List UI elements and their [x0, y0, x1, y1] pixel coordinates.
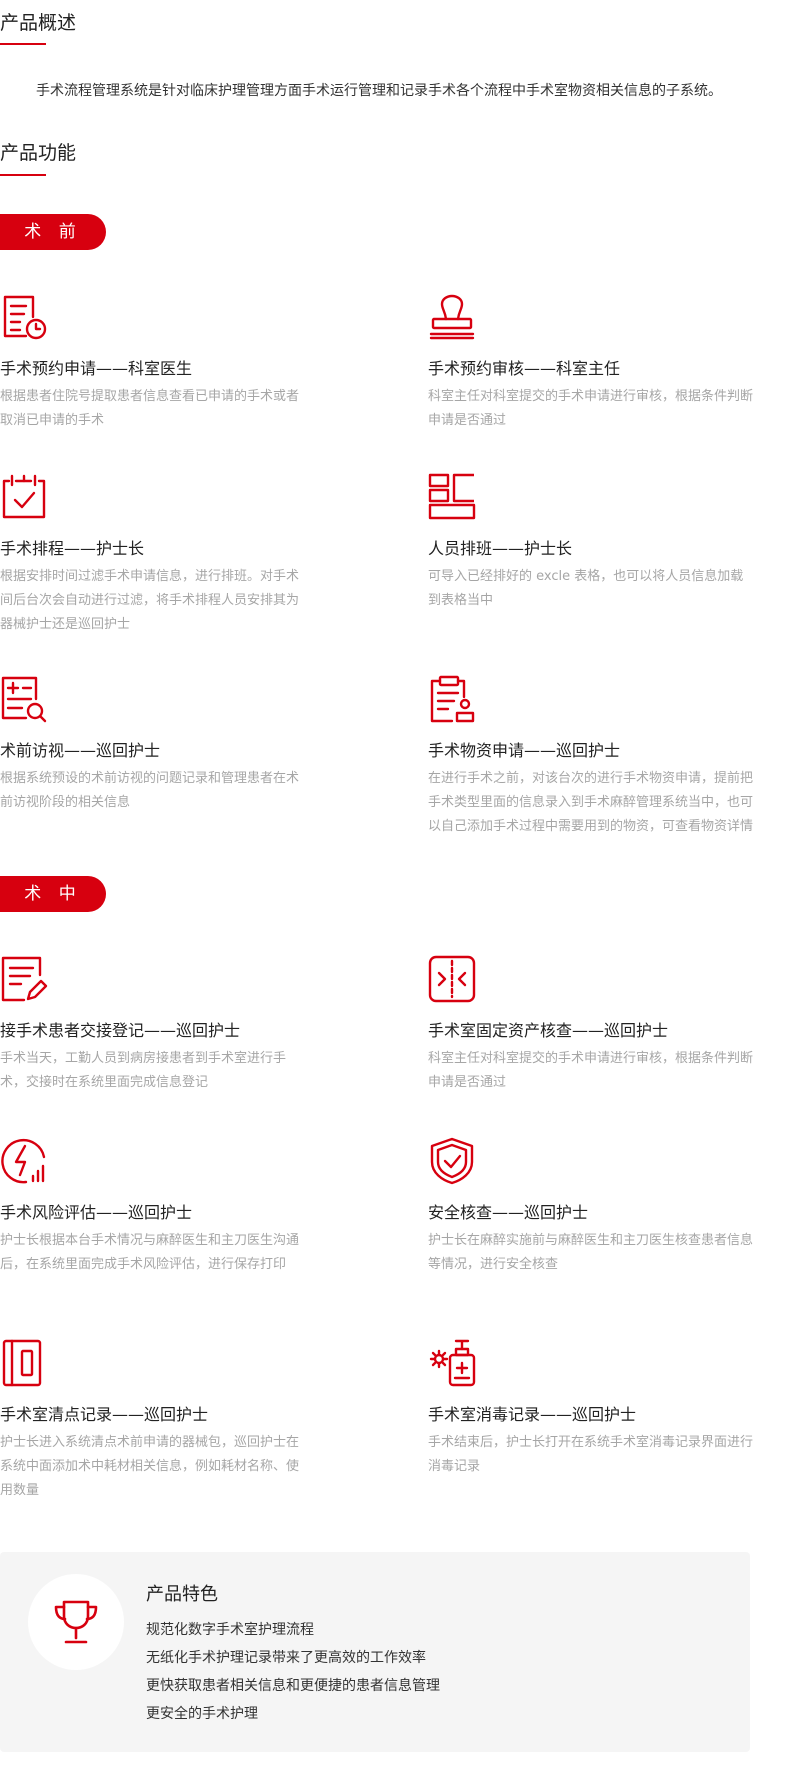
- feature-description: 护士长在麻醉实施前与麻醉医生和主刀医生核查患者信息 等情况，进行安全核查: [428, 1233, 754, 1272]
- feature-count-record: 手术室清点记录——巡回护士 护士长进入系统清点术前申请的器械包，巡回护士在 系统中…: [0, 1339, 330, 1498]
- feature-staff-roster: 人员排班——护士长 可导入已经排好的 excle 表格，也可以将人员信息加载 到表…: [428, 473, 758, 608]
- feature-disinfection-record: 手术室消毒记录——巡回护士 手术结束后，护士长打开在系统手术室消毒记录界面进行消…: [428, 1339, 758, 1474]
- trophy-icon: [54, 1600, 98, 1644]
- feature-description: 根据患者住院号提取患者信息查看已申请的手术或者 取消已申请的手术: [0, 389, 300, 428]
- highlights-list: 规范化数字手术室护理流程 无纸化手术护理记录带来了更高效的工作效率 更快获取患者…: [146, 1616, 440, 1728]
- stamp-icon: [428, 293, 476, 341]
- highlight-item: 规范化数字手术室护理流程: [146, 1622, 314, 1638]
- feature-title: 安全核查——巡回护士: [428, 1203, 589, 1222]
- book-icon: [0, 1339, 48, 1387]
- feature-title: 手术室固定资产核查——巡回护士: [428, 1021, 669, 1040]
- feature-surgery-scheduling: 手术排程——护士长 根据安排时间过滤手术申请信息，进行排班。对手术 间后台次会自动…: [0, 473, 330, 632]
- feature-description: 科室主任对科室提交的手术申请进行审核，根据条件判断 申请是否通过: [428, 389, 754, 428]
- feature-supplies-request: 手术物资申请——巡回护士 在进行手术之前，对该台次的进行手术物资申请，提前把 手术…: [428, 675, 758, 834]
- functions-title: 产品功能: [0, 142, 77, 164]
- feature-patient-handover: 接手术患者交接登记——巡回护士 手术当天，工勤人员到病房接患者到手术室进行手 术，…: [0, 955, 330, 1090]
- feature-title: 手术风险评估——巡回护士: [0, 1203, 193, 1222]
- feature-description: 护士长根据本台手术情况与麻醉医生和主刀医生沟通 后，在系统里面完成手术风险评估，进…: [0, 1233, 300, 1272]
- split-arrows-icon: [428, 955, 476, 1003]
- functions-title-underline: [0, 174, 46, 176]
- feature-description: 护士长进入系统清点术前申请的器械包，巡回护士在 系统中面添加术中耗材相关信息，例如…: [0, 1435, 300, 1498]
- clipboard-person-icon: [428, 675, 476, 723]
- feature-preop-visit: 术前访视——巡回护士 根据系统预设的术前访视的问题记录和管理患者在术 前访视阶段的…: [0, 675, 330, 810]
- feature-fixed-asset-check: 手术室固定资产核查——巡回护士 科室主任对科室提交的手术申请进行审核，根据条件判…: [428, 955, 758, 1090]
- calendar-check-icon: [0, 473, 48, 521]
- sanitizer-icon: [428, 1339, 476, 1387]
- feature-title: 手术排程——护士长: [0, 539, 145, 558]
- document-clock-icon: [0, 293, 48, 341]
- feature-surgery-booking-request: 手术预约申请——科室医生 根据患者住院号提取患者信息查看已申请的手术或者 取消已申…: [0, 293, 330, 428]
- document-edit-icon: [0, 955, 48, 1003]
- overview-title: 产品概述: [0, 12, 77, 34]
- feature-description: 可导入已经排好的 excle 表格，也可以将人员信息加载 到表格当中: [428, 569, 744, 608]
- feature-surgery-booking-review: 手术预约审核——科室主任 科室主任对科室提交的手术申请进行审核，根据条件判断 申请…: [428, 293, 758, 428]
- highlights-title: 产品特色: [146, 1584, 218, 1605]
- preop-phase-tag: 术 前: [0, 214, 106, 250]
- feature-description: 手术当天，工勤人员到病房接患者到手术室进行手 术，交接时在系统里面完成信息登记: [0, 1051, 287, 1090]
- feature-safety-check: 安全核查——巡回护士 护士长在麻醉实施前与麻醉医生和主刀医生核查患者信息 等情况，…: [428, 1137, 758, 1272]
- document-search-icon: [0, 675, 48, 723]
- feature-title: 人员排班——护士长: [428, 539, 573, 558]
- overview-title-underline: [0, 43, 46, 45]
- feature-description: 根据安排时间过滤手术申请信息，进行排班。对手术 间后台次会自动进行过滤，将手术排程…: [0, 569, 300, 632]
- trophy-badge: [28, 1574, 124, 1670]
- lightning-chart-icon: [0, 1137, 48, 1185]
- feature-title: 手术物资申请——巡回护士: [428, 741, 621, 760]
- shield-check-icon: [428, 1137, 476, 1185]
- feature-description: 在进行手术之前，对该台次的进行手术物资申请，提前把 手术类型里面的信息录入到手术麻…: [428, 771, 754, 834]
- feature-title: 接手术患者交接登记——巡回护士: [0, 1021, 241, 1040]
- highlight-item: 无纸化手术护理记录带来了更高效的工作效率: [146, 1650, 426, 1666]
- feature-title: 手术室消毒记录——巡回护士: [428, 1405, 637, 1424]
- feature-risk-assessment: 手术风险评估——巡回护士 护士长根据本台手术情况与麻醉医生和主刀医生沟通 后，在系…: [0, 1137, 330, 1272]
- product-highlights-panel: 产品特色 规范化数字手术室护理流程 无纸化手术护理记录带来了更高效的工作效率 更…: [0, 1552, 750, 1752]
- feature-title: 手术室清点记录——巡回护士: [0, 1405, 209, 1424]
- feature-description: 科室主任对科室提交的手术申请进行审核，根据条件判断 申请是否通过: [428, 1051, 754, 1090]
- highlight-item: 更安全的手术护理: [146, 1706, 258, 1722]
- feature-title: 手术预约审核——科室主任: [428, 359, 621, 378]
- feature-title: 手术预约申请——科室医生: [0, 359, 193, 378]
- feature-description: 手术结束后，护士长打开在系统手术室消毒记录界面进行 消毒记录: [428, 1435, 754, 1474]
- overview-text: 手术流程管理系统是针对临床护理管理方面手术运行管理和记录手术各个流程中手术室物资…: [36, 83, 722, 99]
- highlight-item: 更快获取患者相关信息和更便捷的患者信息管理: [146, 1678, 440, 1694]
- feature-title: 术前访视——巡回护士: [0, 741, 161, 760]
- feature-description: 根据系统预设的术前访视的问题记录和管理患者在术 前访视阶段的相关信息: [0, 771, 300, 810]
- intraop-phase-tag: 术 中: [0, 876, 106, 912]
- layout-grid-icon: [428, 473, 476, 521]
